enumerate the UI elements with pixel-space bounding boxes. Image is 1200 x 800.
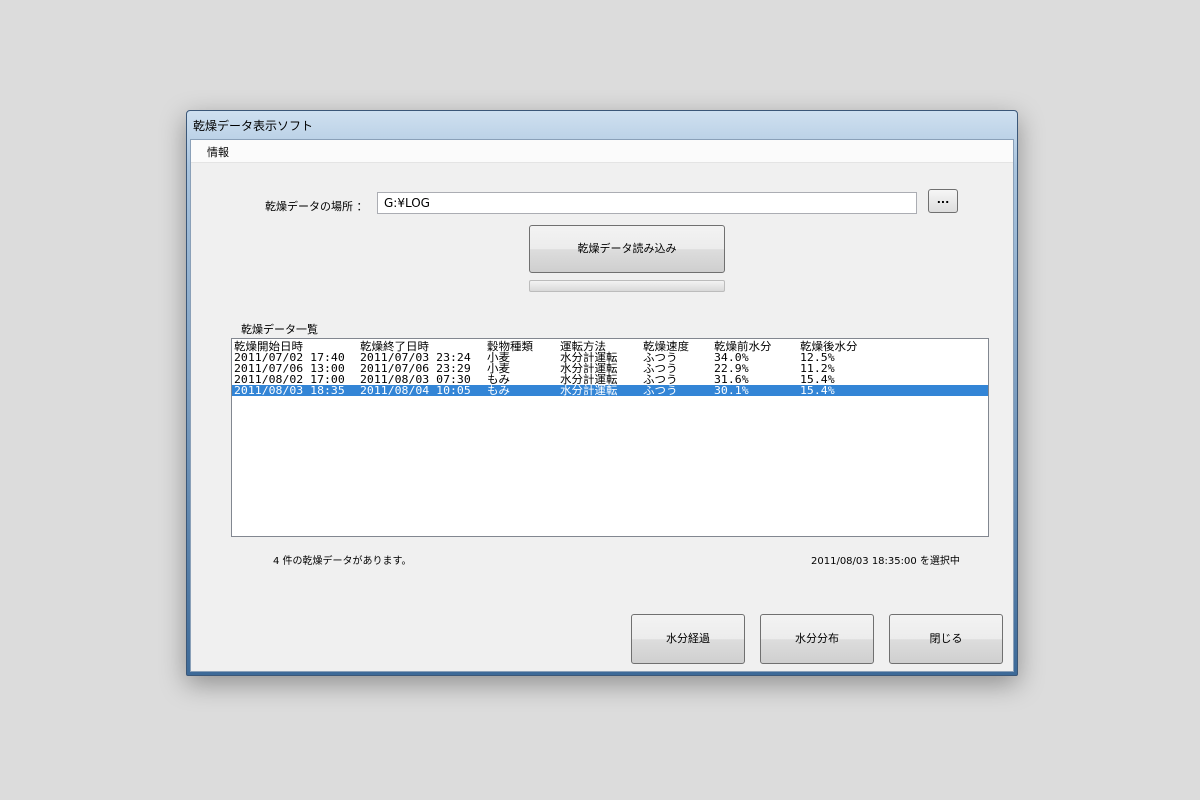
menu-info[interactable]: 情報 (207, 144, 229, 160)
close-button[interactable]: 閉じる (889, 614, 1003, 664)
cell-moisture-before: 30.1% (714, 383, 749, 397)
cell-end-time: 2011/08/04 10:05 (360, 383, 471, 397)
data-list-caption: 乾燥データ一覧 (241, 323, 318, 336)
data-location-input[interactable]: G:¥LOG (377, 192, 917, 214)
data-location-label: 乾燥データの場所 ： (265, 200, 368, 213)
cell-grain-type: もみ (487, 383, 510, 397)
window-title: 乾燥データ表示ソフト (193, 119, 314, 133)
load-progress-bar (529, 280, 725, 292)
browse-button[interactable]: ... (928, 189, 958, 213)
selection-status: 2011/08/03 18:35:00 を選択中 (811, 556, 960, 567)
load-data-button[interactable]: 乾燥データ読み込み (529, 225, 725, 273)
cell-start-time: 2011/08/03 18:35 (234, 383, 345, 397)
moisture-trend-button[interactable]: 水分経過 (631, 614, 745, 664)
record-count-status: 4 件の乾燥データがあります。 (273, 556, 412, 567)
cell-operation-mode: 水分計運転 (560, 383, 618, 397)
moisture-distribution-button[interactable]: 水分分布 (760, 614, 874, 664)
list-row[interactable]: 2011/08/03 18:35 2011/08/04 10:05 もみ 水分計… (232, 385, 988, 396)
title-bar[interactable]: 乾燥データ表示ソフト (187, 111, 1017, 139)
app-window: 乾燥データ表示ソフト 情報 乾燥データの場所 ： G:¥LOG ... 乾燥デー… (186, 110, 1018, 676)
menu-bar: 情報 (191, 140, 1013, 163)
data-list[interactable]: 乾燥開始日時 乾燥終了日時 穀物種類 運転方法 乾燥速度 乾燥前水分 乾燥後水分… (231, 338, 989, 537)
cell-moisture-after: 15.4% (800, 383, 835, 397)
cell-drying-speed: ふつう (643, 383, 678, 397)
client-area: 情報 乾燥データの場所 ： G:¥LOG ... 乾燥データ読み込み 乾燥データ… (190, 139, 1014, 672)
